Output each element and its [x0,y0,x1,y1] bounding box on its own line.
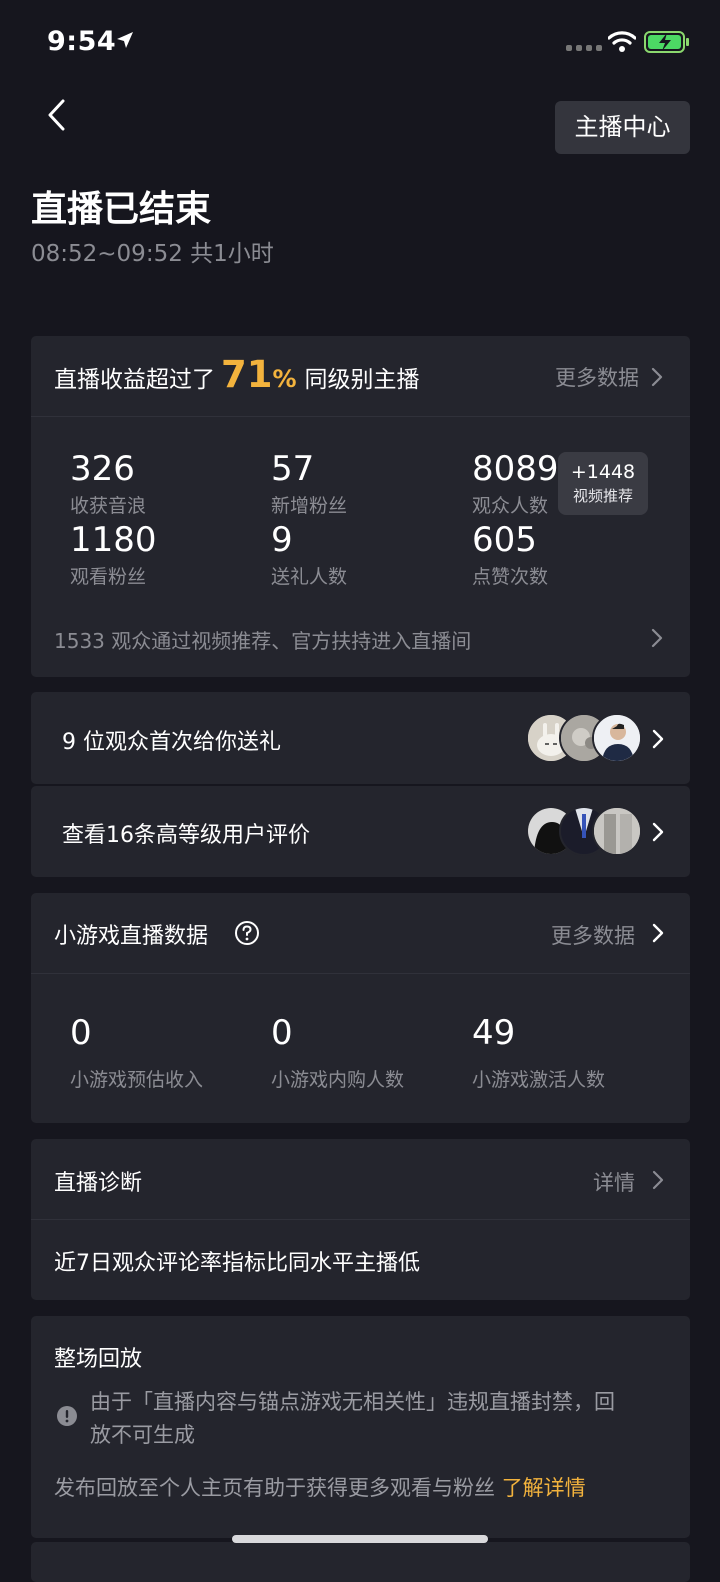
traffic-source-text[interactable]: 1533 观众通过视频推荐、官方扶持进入直播间 [54,625,471,654]
learn-more-link[interactable]: 了解详情 [502,1476,586,1500]
revenue-rank-percent-sign: % [272,365,297,393]
minigame-more-data-link[interactable]: 更多数据 [551,920,635,950]
replay-title: 整场回放 [54,1347,143,1372]
revenue-rank-prefix: 直播收益超过了 [54,367,215,393]
stat-label: 点赞次数 [472,566,549,588]
status-time: 9:54 [47,26,117,57]
video-recommend-badge: +1448 视频推荐 [558,452,648,515]
stat-value: 605 [472,520,537,560]
wifi-icon [608,31,636,52]
divider [31,416,690,417]
minigame-stat-value: 0 [70,1013,92,1053]
minigame-stat-label: 小游戏内购人数 [271,1069,405,1091]
stat-value: 8089 [472,449,559,489]
revenue-more-data-link[interactable]: 更多数据 [555,362,639,392]
replay-tip: 发布回放至个人主页有助于获得更多观看与粉丝 了解详情 [54,1472,586,1502]
diagnosis-detail-link[interactable]: 详情 [593,1167,635,1197]
recommend-count: +1448 [570,461,636,483]
door-avatar-icon [594,808,640,854]
minigame-title: 小游戏直播数据 [54,924,209,949]
diagnosis-content: 近7日观众评论率指标比同水平主播低 [54,1251,420,1276]
review-text: 查看16条高等级用户评价 [62,823,310,848]
stat-label: 观看粉丝 [70,566,147,588]
stat-label: 新增粉丝 [271,495,348,517]
recommend-label: 视频推荐 [572,487,633,505]
revenue-card: 直播收益超过了 71% 同级别主播 更多数据 326 收获音浪 57 新增粉丝 … [31,336,690,677]
stat-label: 观众人数 [472,495,549,517]
chevron-right-icon[interactable] [652,822,664,842]
back-arrow-icon[interactable] [44,98,72,132]
page-title: 直播已结束 [31,189,212,230]
anchor-center-button[interactable]: 主播中心 [555,101,690,154]
stat-value: 57 [271,449,315,489]
minigame-stat-label: 小游戏预估收入 [70,1069,204,1091]
stat-value: 326 [70,449,135,489]
warning-icon [57,1406,77,1426]
battery-charging-icon [644,31,689,53]
minigame-stat-value: 49 [472,1013,516,1053]
minigame-stat-value: 0 [271,1013,293,1053]
revenue-rank-suffix: 同级别主播 [304,367,420,393]
avatar [592,713,642,763]
replay-warning-line1: 由于「直播内容与锚点游戏无相关性」违规直播封禁，回 [90,1390,615,1414]
person-avatar-icon [594,715,640,761]
diagnosis-card: 直播诊断 详情 近7日观众评论率指标比同水平主播低 [31,1139,690,1300]
first-gift-row[interactable]: 9 位观众首次给你送礼 [31,692,690,784]
stat-value: 9 [271,520,293,560]
revenue-rank-percent: 71 [221,353,273,396]
chevron-right-icon[interactable] [651,367,663,387]
stat-value: 1180 [70,520,157,560]
diagnosis-title: 直播诊断 [54,1171,143,1196]
revenue-rank-text: 直播收益超过了 71% 同级别主播 [54,353,420,396]
live-duration: 08:52~09:52 共1小时 [31,241,274,267]
help-circle-icon[interactable] [234,920,260,946]
stat-label: 收获音浪 [70,495,147,517]
divider [31,1219,690,1220]
replay-tip-text: 发布回放至个人主页有助于获得更多观看与粉丝 [54,1476,495,1500]
stat-label: 送礼人数 [271,566,348,588]
location-arrow-icon [117,32,133,48]
chevron-right-icon[interactable] [652,1170,664,1190]
home-indicator[interactable] [232,1535,488,1543]
review-row[interactable]: 查看16条高等级用户评价 [31,786,690,877]
first-gift-text: 9 位观众首次给你送礼 [62,730,281,755]
avatar [592,806,642,856]
cellular-signal-icon [566,45,602,51]
minigame-stat-label: 小游戏激活人数 [472,1069,606,1091]
chevron-right-icon[interactable] [652,729,664,749]
minigame-card: 小游戏直播数据 更多数据 0 小游戏预估收入 0 小游戏内购人数 49 小游戏激… [31,893,690,1123]
chevron-right-icon[interactable] [652,923,664,943]
chevron-right-icon[interactable] [651,628,663,648]
replay-warning-line2: 放不可生成 [90,1423,195,1447]
divider [31,973,690,974]
replay-card: 整场回放 由于「直播内容与锚点游戏无相关性」违规直播封禁，回 放不可生成 发布回… [31,1316,690,1538]
next-card [31,1542,690,1582]
